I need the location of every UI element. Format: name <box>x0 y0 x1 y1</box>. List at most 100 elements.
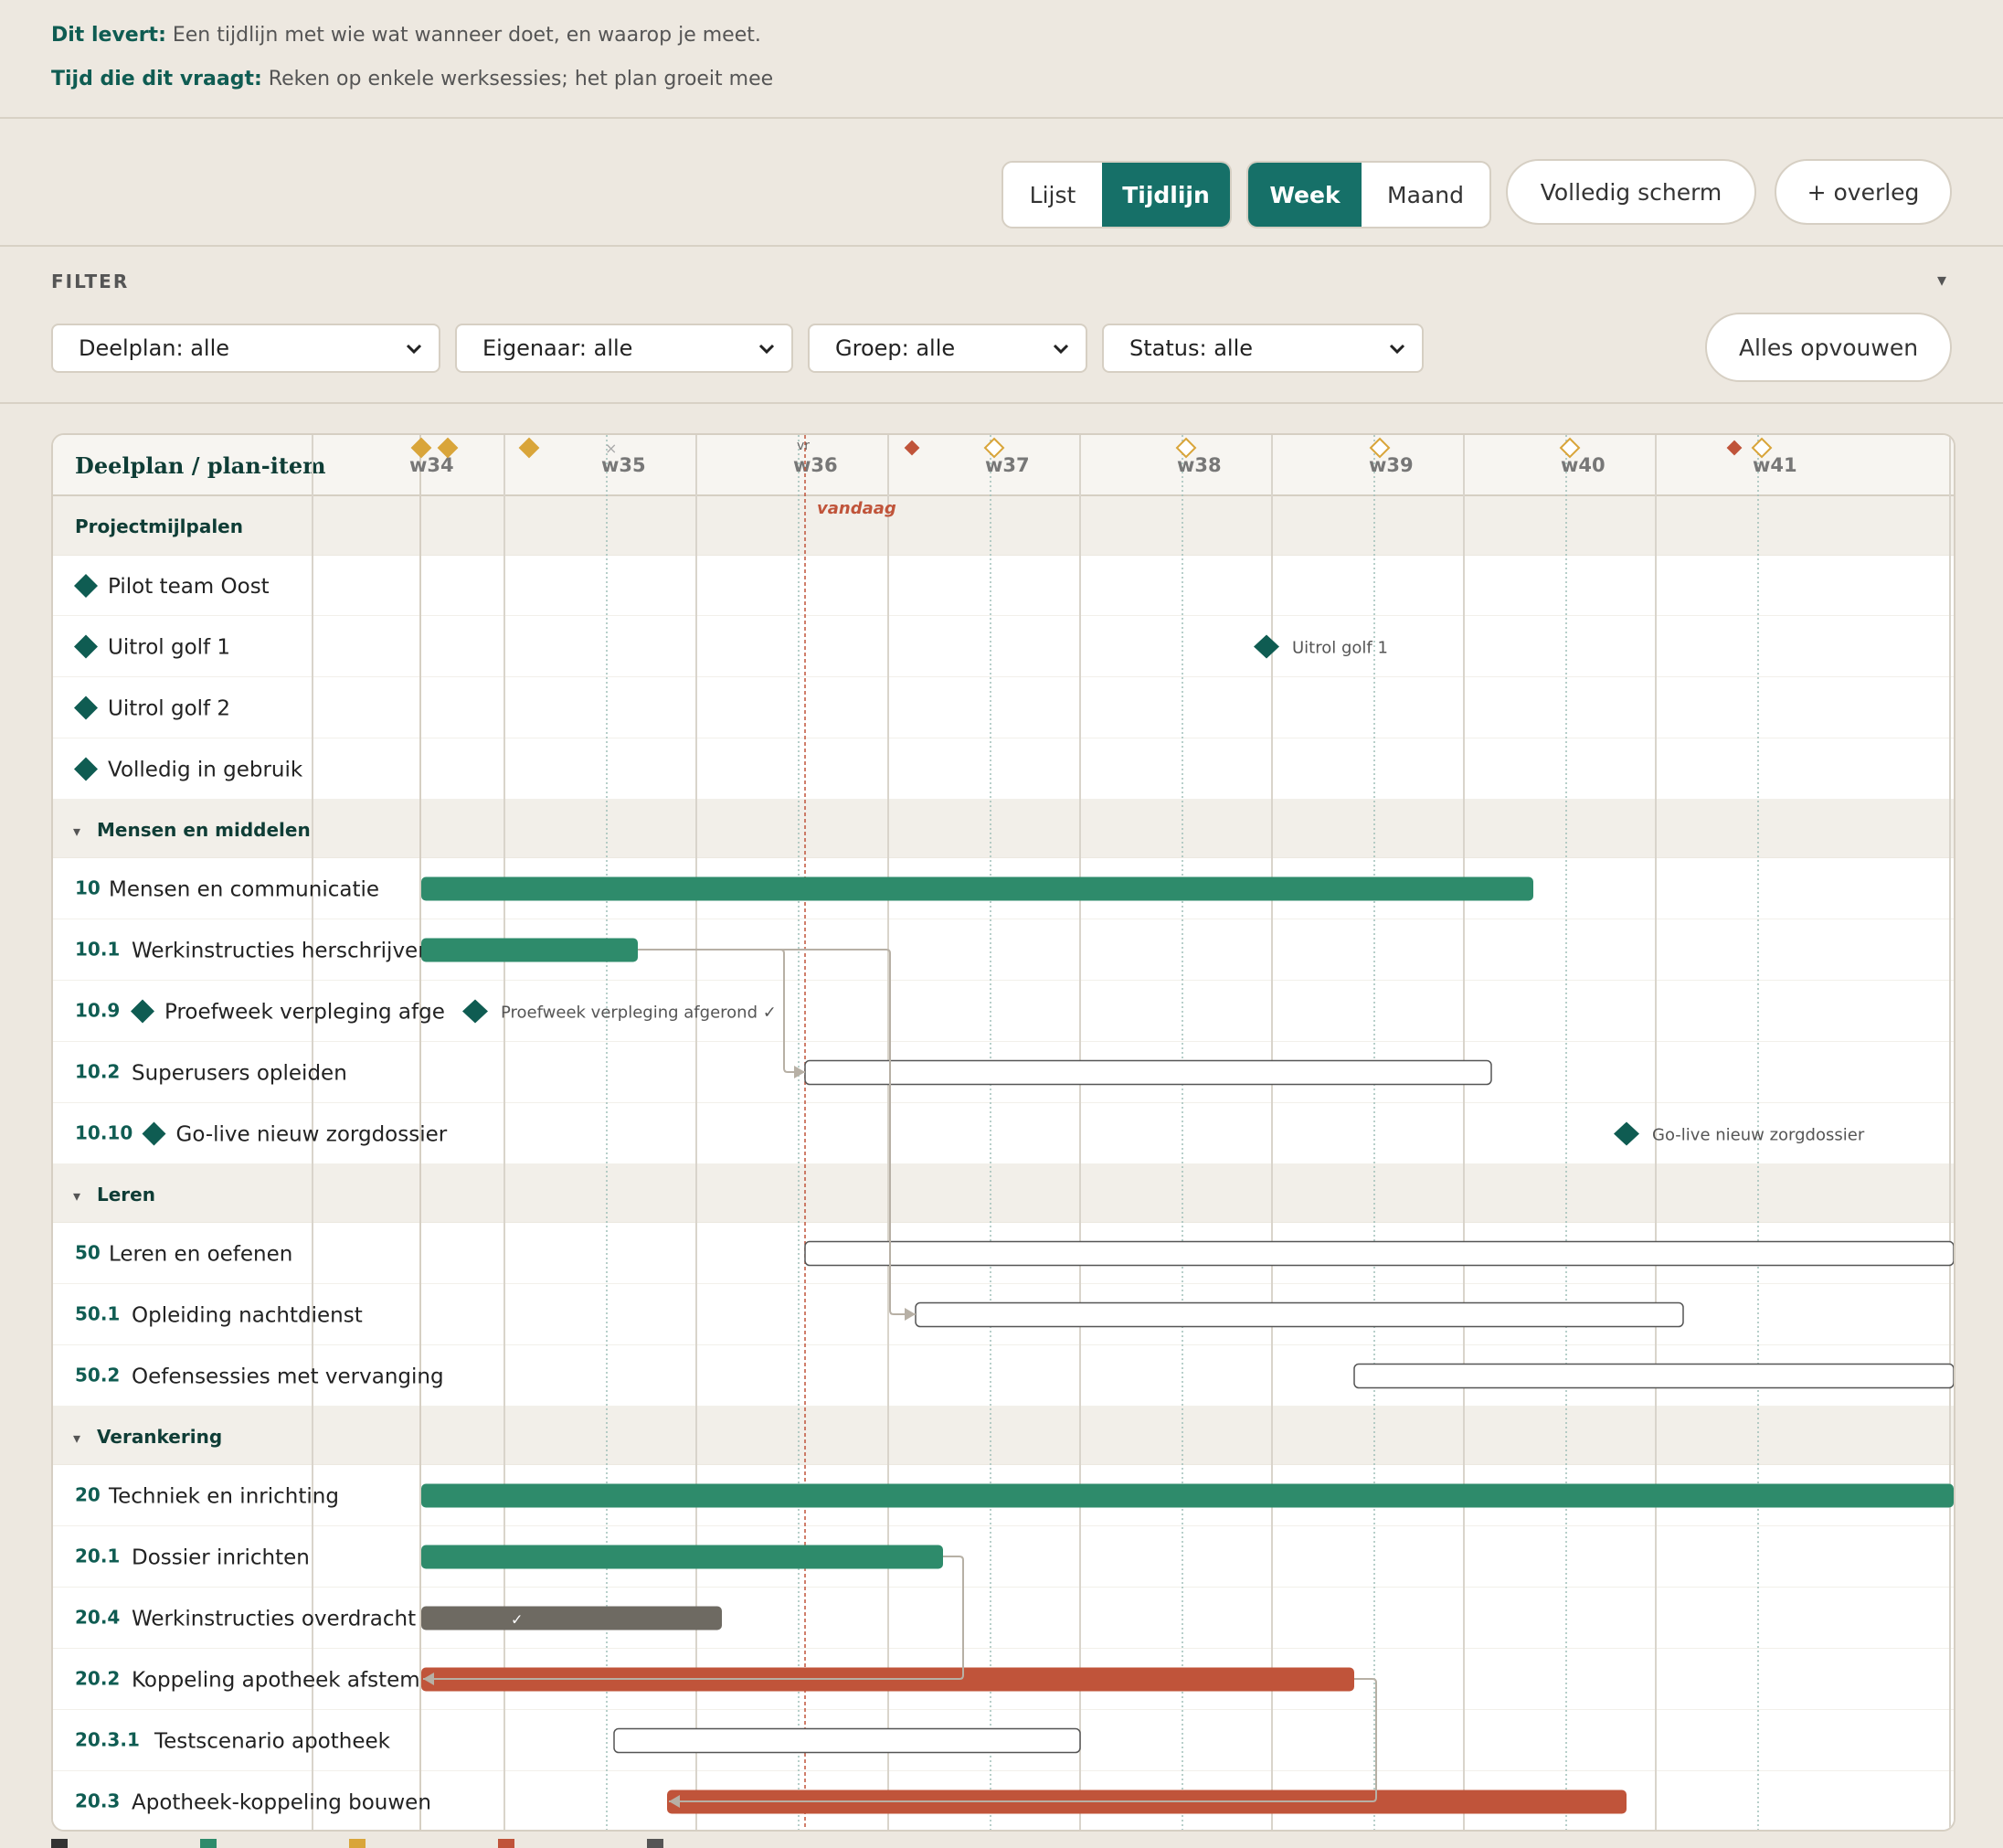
legend-swatch <box>200 1839 217 1848</box>
task-bar[interactable] <box>804 1059 1492 1086</box>
item-label: Oefensessies met vervanging <box>132 1365 444 1389</box>
divider <box>0 402 2003 404</box>
deliverable-text: Een tijdlijn met wie wat wanneer doet, e… <box>172 24 761 47</box>
item-number: 20.3.1 <box>75 1729 140 1751</box>
done-check-icon: ✓ <box>511 1611 523 1629</box>
item-label: Leren en oefenen <box>109 1243 292 1267</box>
item-label: Techniek en inrichting <box>108 1485 339 1509</box>
item-label: Werkinstructies herschrijven <box>132 940 431 963</box>
item-number: 50 <box>75 1242 101 1264</box>
item-label: Testscenario apotheek <box>154 1730 391 1754</box>
filter-label: FILTER <box>51 271 130 292</box>
milestone-bar-label: Uitrol golf 1 <box>1292 639 1388 658</box>
item-number: 10.1 <box>75 939 120 961</box>
week-label: w37 <box>985 454 1030 476</box>
item-number: 20.3 <box>75 1790 120 1812</box>
legend-swatch <box>498 1839 515 1848</box>
task-bar[interactable] <box>421 1483 1954 1508</box>
item-label: Koppeling apotheek afstemmen <box>132 1669 467 1693</box>
task-bar[interactable] <box>613 1727 1081 1754</box>
filter-toggle-icon[interactable]: ▾ <box>1937 269 1946 291</box>
collapse-icon: ▾ <box>73 1187 80 1205</box>
status-select[interactable]: Status: alle <box>1102 324 1424 373</box>
task-bar[interactable] <box>421 938 638 962</box>
milestone-bar-label: Proefweek verpleging afgerond ✓ <box>501 1004 777 1023</box>
item-number: 20.4 <box>75 1607 120 1629</box>
week-label: w40 <box>1561 454 1606 476</box>
gantt-chart: Deelplan / plan-item w34 w35 w36 w37 w38 w39 w4… <box>51 433 1955 1832</box>
item-number: 10.2 <box>75 1061 120 1083</box>
today-marker-label: vr <box>797 439 810 453</box>
chevron-down-icon <box>1389 344 1405 355</box>
item-label: Mensen en communicatie <box>109 878 379 902</box>
item-number: 50.1 <box>75 1303 120 1325</box>
legend-swatch <box>51 1839 68 1848</box>
add-meeting-button[interactable]: + overleg <box>1775 159 1952 225</box>
group-label: Projectmijlpalen <box>75 515 243 537</box>
gantt-canvas: Deelplan / plan-item w34 w35 w36 w37 w38 w39 w4… <box>53 435 1954 1830</box>
item-label: Apotheek-koppeling bouwen <box>132 1791 431 1815</box>
item-number: 50.2 <box>75 1365 120 1386</box>
time-text: Reken op enkele werksessies; het plan gr… <box>268 68 774 90</box>
task-bar[interactable] <box>421 1606 722 1630</box>
week-label: w38 <box>1177 454 1222 476</box>
week-label: w35 <box>601 454 646 476</box>
milestone-label: Pilot team Oost <box>108 575 270 599</box>
view-timeline-button[interactable]: Tijdlijn <box>1102 163 1230 227</box>
groep-select[interactable]: Groep: alle <box>808 324 1087 373</box>
item-number: 10 <box>75 877 101 899</box>
scale-month-button[interactable]: Maand <box>1362 163 1489 227</box>
eigenaar-select-value: Eigenaar: alle <box>482 335 633 361</box>
deelplan-select[interactable]: Deelplan: alle <box>51 324 440 373</box>
scale-toggle: Week Maand <box>1246 161 1491 228</box>
task-bar[interactable] <box>915 1301 1684 1328</box>
collapse-icon: ▾ <box>73 823 80 840</box>
gantt-row[interactable] <box>53 616 1954 677</box>
item-label: Dossier inrichten <box>132 1546 310 1570</box>
milestone-label: Uitrol golf 2 <box>108 697 230 721</box>
deliverable-label: Dit levert: <box>51 24 166 47</box>
chevron-down-icon <box>1053 344 1069 355</box>
task-bar[interactable] <box>804 1240 1954 1267</box>
collapse-all-button[interactable]: Alles opvouwen <box>1705 313 1952 382</box>
legend-swatch <box>349 1839 366 1848</box>
item-number: 20.2 <box>75 1668 120 1690</box>
time-label: Tijd die dit vraagt: <box>51 68 262 90</box>
gantt-row[interactable] <box>53 677 1954 738</box>
legend <box>51 1839 1056 1848</box>
item-label: Werkinstructies overdracht <box>132 1608 416 1631</box>
group-label: Verankering <box>97 1426 222 1448</box>
task-bar[interactable] <box>1353 1363 1954 1389</box>
deliverable-line: Dit levert: Een tijdlijn met wie wat wan… <box>51 24 761 47</box>
view-list-button[interactable]: Lijst <box>1003 163 1102 227</box>
item-number: 20.1 <box>75 1545 120 1567</box>
scale-week-button[interactable]: Week <box>1248 163 1362 227</box>
milestone-bar-label: Go-live nieuw zorgdossier <box>1652 1126 1865 1145</box>
collapse-icon: ▾ <box>73 1429 80 1447</box>
task-bar[interactable] <box>421 876 1533 901</box>
eigenaar-select[interactable]: Eigenaar: alle <box>455 324 793 373</box>
item-label: Proefweek verpleging afge <box>164 1001 445 1025</box>
item-number: 20 <box>75 1484 101 1506</box>
cancelled-marker-icon: × <box>605 440 617 457</box>
item-label: Go-live nieuw zorgdossier <box>176 1123 448 1147</box>
groep-select-value: Groep: alle <box>835 335 956 361</box>
group-row <box>53 800 1954 858</box>
group-row <box>53 1407 1954 1465</box>
gantt-row[interactable] <box>53 738 1954 800</box>
today-label: vandaag <box>817 499 896 518</box>
legend-swatch <box>647 1839 664 1848</box>
group-label: Mensen en middelen <box>97 819 311 841</box>
deelplan-select-value: Deelplan: alle <box>79 335 230 361</box>
week-label: w41 <box>1753 454 1797 476</box>
gantt-row[interactable] <box>53 556 1954 616</box>
fullscreen-button[interactable]: Volledig scherm <box>1506 159 1756 225</box>
item-number: 10.9 <box>75 1000 120 1022</box>
task-bar[interactable] <box>421 1545 943 1569</box>
chevron-down-icon <box>758 344 775 355</box>
group-row <box>53 1164 1954 1223</box>
time-line: Tijd die dit vraagt: Reken op enkele wer… <box>51 68 773 90</box>
chevron-down-icon <box>406 344 422 355</box>
week-label: w36 <box>793 454 838 476</box>
gantt-row[interactable] <box>53 1526 1954 1588</box>
